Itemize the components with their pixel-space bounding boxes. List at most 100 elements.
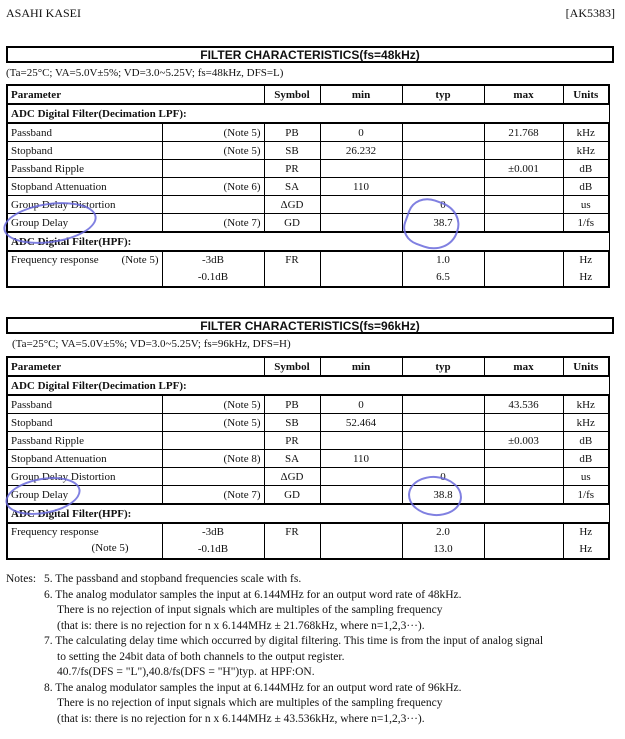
filter-table-96khz: Parameter Symbol min typ max Units ADC D… (5, 356, 611, 560)
typ (401, 177, 485, 196)
table-row: Stopband (Note 5) SB 26.232 kHz (6, 141, 611, 160)
typ-01db: 13.0 (433, 543, 453, 555)
units-3db: Hz (579, 526, 593, 538)
col-symbol: Symbol (263, 84, 321, 105)
param-name: Frequency response (Note 5) (6, 250, 163, 288)
condition-01db: -0.1dB (197, 543, 229, 555)
param-note: (Note 5) (162, 413, 265, 432)
typ: 0 (401, 195, 485, 214)
table-row: Stopband (Note 5) SB 52.464 kHz (6, 413, 611, 432)
symbol: PR (263, 159, 321, 178)
param-name: Stopband (6, 413, 163, 432)
typ (401, 413, 485, 432)
symbol: PR (263, 431, 321, 450)
note-line: (that is: there is no rejection for n x … (57, 619, 425, 632)
max (483, 485, 564, 505)
symbol: FR (263, 250, 321, 288)
table-row: Group Delay (Note 7) GD 38.7 1/fs (6, 213, 611, 233)
units: dB (562, 449, 611, 468)
symbol: SB (263, 141, 321, 160)
param-note (162, 159, 265, 178)
typ-cell: 1.0 6.5 (401, 250, 485, 288)
max (483, 250, 564, 288)
col-parameter: Parameter (5, 84, 265, 105)
max (483, 213, 564, 233)
note-line: 6. The analog modulator samples the inpu… (44, 588, 462, 601)
typ (401, 141, 485, 160)
param-note: (Note 5) (91, 542, 129, 554)
table-row: Group Delay (Note 7) GD 38.8 1/fs (6, 485, 611, 505)
max (483, 413, 564, 432)
max: ±0.001 (483, 159, 564, 178)
condition-01db: -0.1dB (197, 271, 229, 283)
param-text: Frequency response (11, 526, 99, 538)
param-name: Group Delay (6, 485, 163, 505)
conditions-96khz: (Ta=25°C; VA=5.0V±5%; VD=3.0~5.25V; fs=9… (12, 338, 291, 350)
col-typ: typ (401, 356, 485, 377)
group-hpf: ADC Digital Filter(HPF): (5, 503, 610, 524)
typ: 38.7 (401, 213, 485, 233)
min (319, 485, 403, 505)
typ: 0 (401, 467, 485, 486)
col-min: min (319, 84, 403, 105)
symbol: GD (263, 213, 321, 233)
header-part-number: [AK5383] (565, 6, 615, 20)
group-row: ADC Digital Filter(Decimation LPF): (5, 103, 610, 124)
note-line: to setting the 24bit data of both channe… (57, 650, 345, 663)
units: kHz (562, 394, 611, 414)
col-parameter: Parameter (5, 356, 265, 377)
units-cell: Hz Hz (562, 250, 611, 288)
min (319, 213, 403, 233)
table-title-96khz: FILTER CHARACTERISTICS(fs=96kHz) (6, 317, 614, 334)
note-5: 5. The passband and stopband frequencies… (44, 572, 543, 588)
table-row: Stopband Attenuation (Note 8) SA 110 dB (6, 449, 611, 468)
param-name: Passband (6, 394, 163, 414)
header-company: ASAHI KASEI (6, 6, 81, 20)
min: 52.464 (319, 413, 403, 432)
param-name: Stopband Attenuation (6, 449, 163, 468)
units: 1/fs (562, 213, 611, 233)
max: 43.536 (483, 394, 564, 414)
units: 1/fs (562, 485, 611, 505)
param-note (162, 431, 265, 450)
header-row: Parameter Symbol min typ max Units (5, 356, 611, 377)
param-name: Passband (6, 122, 163, 142)
table-row: Group Delay Distortion ΔGD 0 us (6, 195, 611, 214)
units: us (562, 195, 611, 214)
min (319, 431, 403, 450)
param-note: (Note 8) (162, 449, 265, 468)
col-typ: typ (401, 84, 485, 105)
note-line: 5. The passband and stopband frequencies… (44, 573, 302, 585)
param-text: Frequency response (11, 254, 99, 266)
hpf-row: Frequency response (Note 5) -3dB -0.1dB … (6, 522, 611, 560)
table-row: Passband Ripple PR ±0.003 dB (6, 431, 611, 450)
param-note: (Note 7) (162, 213, 265, 233)
typ: 38.8 (401, 485, 485, 505)
col-symbol: Symbol (263, 356, 321, 377)
note-6: 6. The analog modulator samples the inpu… (44, 588, 543, 635)
min (319, 522, 403, 560)
units-3db: Hz (579, 254, 593, 266)
hpf-row: Frequency response (Note 5) -3dB -0.1dB … (6, 250, 611, 288)
typ (401, 394, 485, 414)
note-7: 7. The calculating delay time which occu… (44, 634, 543, 681)
units: dB (562, 177, 611, 196)
param-note: (Note 7) (162, 485, 265, 505)
filter-table-48khz: Parameter Symbol min typ max Units ADC D… (5, 84, 611, 288)
note-line: 40.7/fs(DFS = "L"),40.8/fs(DFS = "H")typ… (57, 666, 315, 678)
condition-cell: -3dB -0.1dB (161, 522, 265, 560)
max (483, 141, 564, 160)
param-name: Stopband Attenuation (6, 177, 163, 196)
min: 26.232 (319, 141, 403, 160)
max (483, 467, 564, 486)
typ (401, 159, 485, 178)
param-note: (Note 5) (121, 254, 159, 266)
note-line: There is no rejection of input signals w… (57, 604, 443, 616)
min (319, 250, 403, 288)
units-01db: Hz (579, 271, 593, 283)
typ-3db: 2.0 (436, 526, 450, 538)
max (483, 195, 564, 214)
symbol: PB (263, 122, 321, 142)
table-row: Stopband Attenuation (Note 6) SA 110 dB (6, 177, 611, 196)
notes-section: Notes: 5. The passband and stopband freq… (6, 572, 543, 727)
